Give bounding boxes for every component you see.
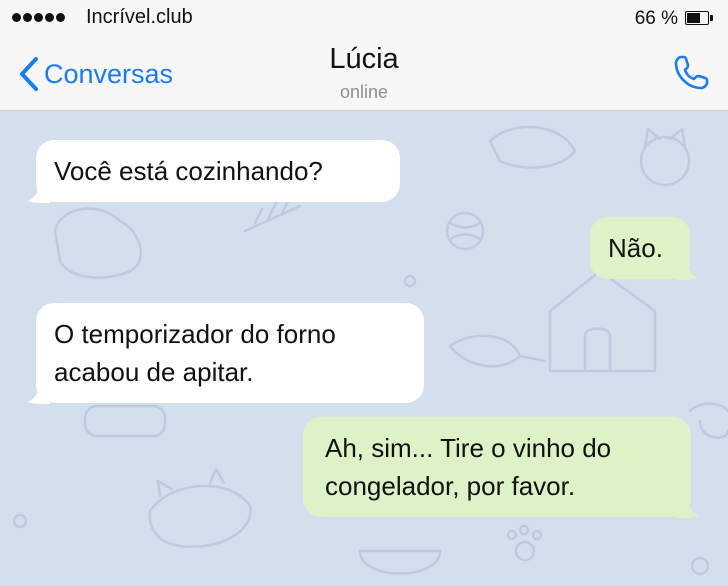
message-text: Você está cozinhando? xyxy=(54,156,323,186)
message-list[interactable]: Você está cozinhando? Não. O temporizado… xyxy=(0,111,728,586)
outgoing-message[interactable]: Ah, sim... Tire o vinho do congelador, p… xyxy=(303,417,699,518)
conversation-header: Conversas Lúcia online xyxy=(0,38,728,111)
message-text: O temporizador do forno acabou de apitar… xyxy=(54,319,336,387)
incoming-message[interactable]: O temporizador do forno acabou de apitar… xyxy=(28,303,424,404)
signal-strength-icon xyxy=(12,13,65,22)
contact-name: Lúcia xyxy=(329,43,399,75)
contact-status: online xyxy=(339,82,389,102)
status-bar: Incrível.club 66 % xyxy=(0,0,728,38)
phone-icon xyxy=(674,55,709,90)
call-button[interactable] xyxy=(670,52,712,94)
chat-screen: Incrível.club 66 % Conversas Lúcia onlin… xyxy=(0,0,728,586)
outgoing-message[interactable]: Não. xyxy=(590,217,698,280)
incoming-message[interactable]: Você está cozinhando? xyxy=(28,140,400,203)
message-text: Não. xyxy=(608,233,663,263)
battery-percentage: 66 % xyxy=(634,8,678,29)
message-text: Ah, sim... Tire o vinho do congelador, p… xyxy=(325,433,612,501)
carrier-name: Incrível.club xyxy=(86,6,193,28)
battery-icon xyxy=(685,11,714,27)
